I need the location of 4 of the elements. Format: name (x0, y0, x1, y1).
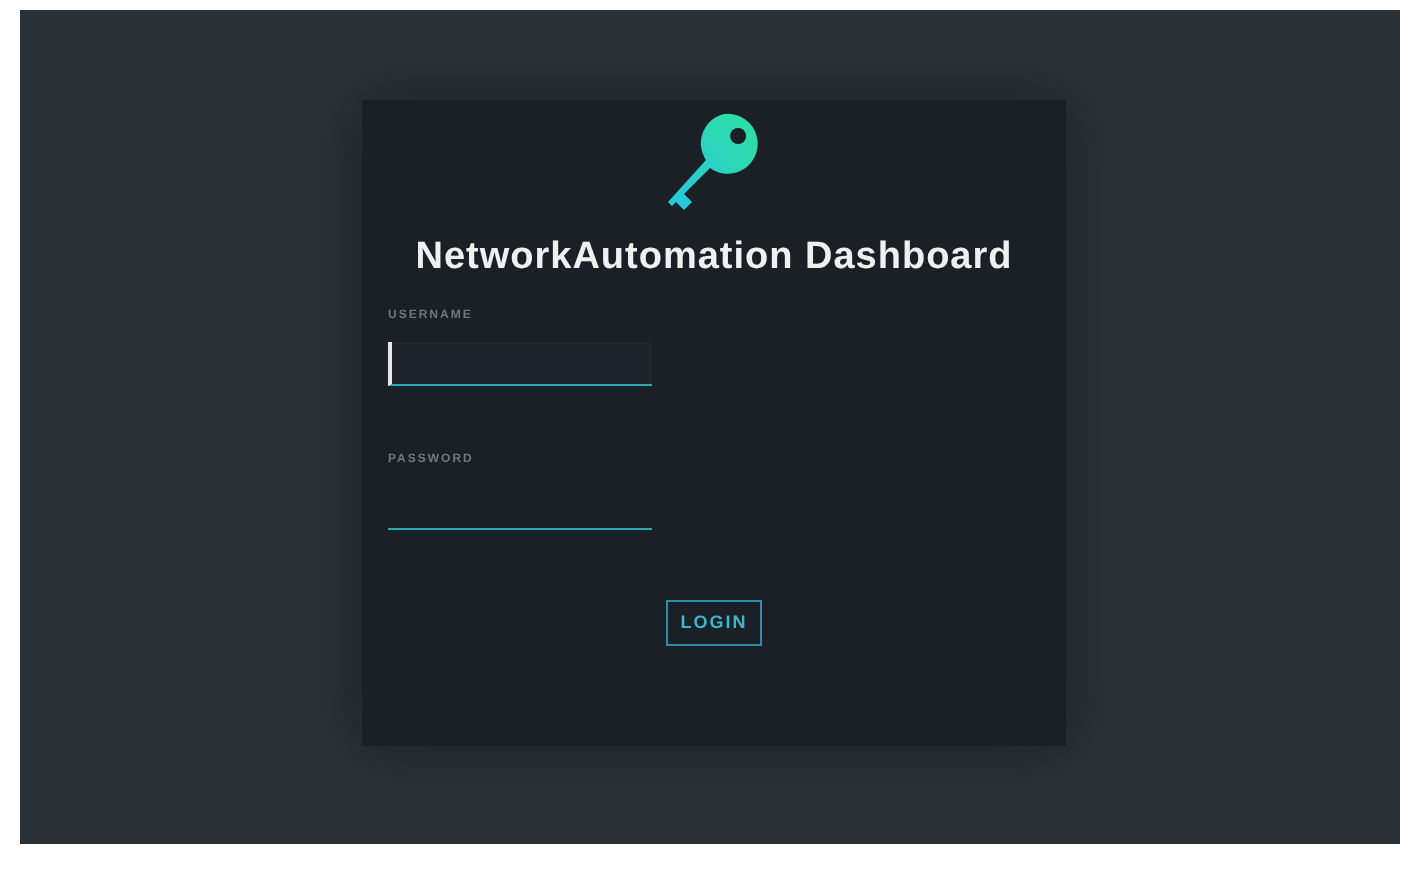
input-field[interactable] (388, 341, 652, 385)
login-button[interactable]: LOGIN (666, 599, 762, 646)
dashboard-title: NetworkAutomation Dashboard (415, 236, 1013, 278)
key-icon (668, 110, 760, 214)
